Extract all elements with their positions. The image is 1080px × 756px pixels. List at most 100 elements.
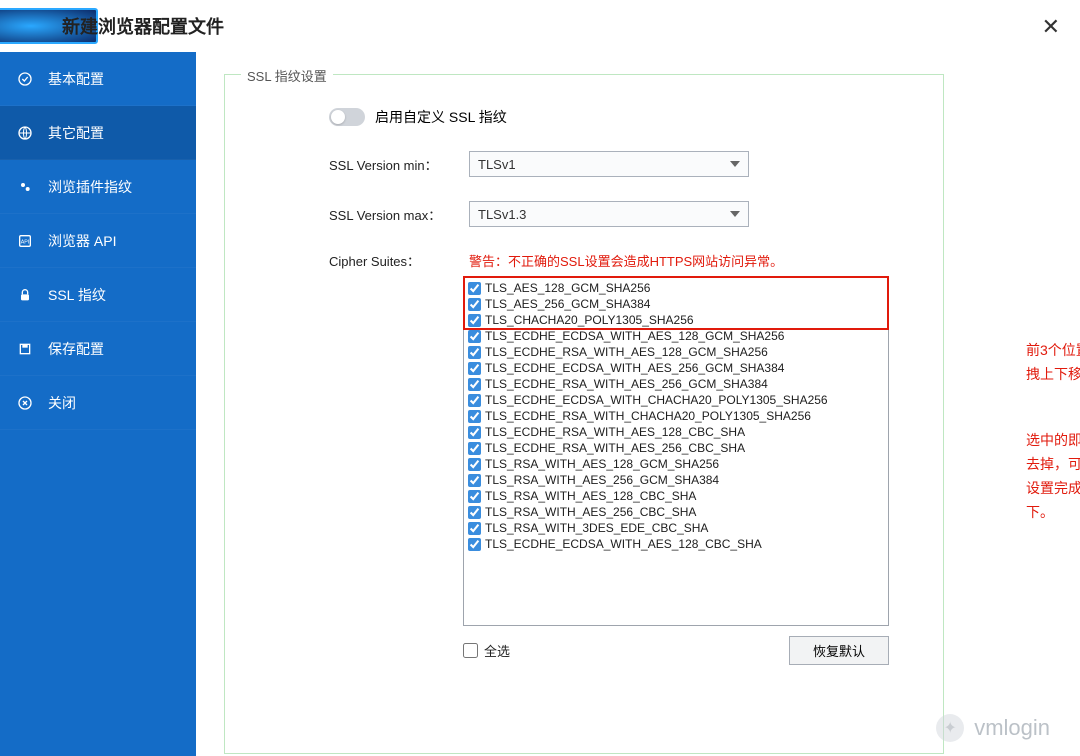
cipher-name: TLS_ECDHE_RSA_WITH_CHACHA20_POLY1305_SHA… — [485, 408, 811, 424]
cipher-item[interactable]: TLS_AES_256_GCM_SHA384 — [468, 296, 884, 312]
cipher-name: TLS_ECDHE_ECDSA_WITH_AES_128_GCM_SHA256 — [485, 328, 784, 344]
cipher-item[interactable]: TLS_ECDHE_RSA_WITH_AES_128_GCM_SHA256 — [468, 344, 884, 360]
cipher-suites-list[interactable]: TLS_AES_128_GCM_SHA256TLS_AES_256_GCM_SH… — [463, 276, 889, 626]
ssl-max-label: SSL Version max： — [329, 205, 469, 224]
cipher-checkbox[interactable] — [468, 410, 481, 423]
cipher-checkbox[interactable] — [468, 474, 481, 487]
ssl-max-select[interactable]: TLSv1.3 — [469, 201, 749, 227]
cipher-checkbox[interactable] — [468, 314, 481, 327]
cipher-suites-label: Cipher Suites： — [329, 251, 469, 270]
select-all-input[interactable] — [463, 643, 478, 658]
cipher-name: TLS_ECDHE_RSA_WITH_AES_128_CBC_SHA — [485, 424, 745, 440]
toggle-row: 启用自定义 SSL 指纹 — [329, 107, 889, 127]
cipher-checkbox[interactable] — [468, 458, 481, 471]
svg-text:API: API — [21, 239, 30, 245]
sidebar-item-plugin[interactable]: 浏览插件指纹 — [0, 160, 196, 214]
save-icon — [16, 340, 34, 358]
annotation-notes: 前3个位置固定不变，后面的可以拖拽上下移动位置 选中的即使用，有些是必需用的如果… — [1026, 338, 1080, 524]
sidebar-item-ssl[interactable]: SSL 指纹 — [0, 268, 196, 322]
toggle-label: 启用自定义 SSL 指纹 — [375, 107, 507, 127]
api-icon: API — [16, 232, 34, 250]
sidebar-item-label: SSL 指纹 — [48, 285, 106, 305]
cipher-checkbox[interactable] — [468, 522, 481, 535]
ssl-fingerprint-group: SSL 指纹设置 启用自定义 SSL 指纹 SSL Version min： T… — [224, 74, 944, 754]
sidebar-item-label: 浏览插件指纹 — [48, 177, 132, 197]
enable-custom-ssl-toggle[interactable] — [329, 108, 365, 126]
cipher-name: TLS_RSA_WITH_AES_256_GCM_SHA384 — [485, 472, 719, 488]
cipher-checkbox[interactable] — [468, 378, 481, 391]
cipher-checkbox[interactable] — [468, 490, 481, 503]
annotation-line: 前3个位置固定不变，后面的可以拖拽上下移动位置 — [1026, 338, 1080, 386]
cipher-name: TLS_RSA_WITH_AES_128_GCM_SHA256 — [485, 456, 719, 472]
sidebar-item-save[interactable]: 保存配置 — [0, 322, 196, 376]
close-circle-icon — [16, 394, 34, 412]
sidebar-item-close[interactable]: 关闭 — [0, 376, 196, 430]
sidebar-item-label: 浏览器 API — [48, 231, 116, 251]
cipher-checkbox[interactable] — [468, 506, 481, 519]
ssl-min-select[interactable]: TLSv1 — [469, 151, 749, 177]
cipher-name: TLS_CHACHA20_POLY1305_SHA256 — [485, 312, 694, 328]
cipher-item[interactable]: TLS_ECDHE_ECDSA_WITH_AES_256_GCM_SHA384 — [468, 360, 884, 376]
cipher-name: TLS_ECDHE_RSA_WITH_AES_128_GCM_SHA256 — [485, 344, 768, 360]
plugin-icon — [16, 178, 34, 196]
cipher-name: TLS_RSA_WITH_AES_256_CBC_SHA — [485, 504, 696, 520]
cipher-checkbox[interactable] — [468, 426, 481, 439]
cipher-item[interactable]: TLS_ECDHE_RSA_WITH_AES_256_CBC_SHA — [468, 440, 884, 456]
wechat-icon: ✦ — [936, 714, 964, 742]
cipher-item[interactable]: TLS_ECDHE_ECDSA_WITH_CHACHA20_POLY1305_S… — [468, 392, 884, 408]
cipher-name: TLS_ECDHE_RSA_WITH_AES_256_CBC_SHA — [485, 440, 745, 456]
watermark-text: vmlogin — [974, 715, 1050, 741]
cipher-item[interactable]: TLS_CHACHA20_POLY1305_SHA256 — [468, 312, 884, 328]
cipher-item[interactable]: TLS_ECDHE_RSA_WITH_AES_256_GCM_SHA384 — [468, 376, 884, 392]
window-close-button[interactable]: ✕ — [1042, 14, 1060, 40]
window-title: 新建浏览器配置文件 — [62, 13, 224, 39]
ssl-max-value: TLSv1.3 — [478, 207, 526, 222]
cipher-checkbox[interactable] — [468, 346, 481, 359]
cipher-checkbox[interactable] — [468, 298, 481, 311]
sidebar-item-api[interactable]: API 浏览器 API — [0, 214, 196, 268]
select-all-checkbox[interactable]: 全选 — [463, 641, 510, 660]
sidebar-item-label: 保存配置 — [48, 339, 104, 359]
annotation-line: 选中的即使用，有些是必需用的如果去掉，可能打不开HTTPS网站，所以设置完成后，… — [1026, 428, 1080, 524]
select-all-label: 全选 — [484, 641, 510, 660]
window-titlebar: 新建浏览器配置文件 ✕ — [0, 0, 1080, 52]
cipher-name: TLS_ECDHE_ECDSA_WITH_AES_256_GCM_SHA384 — [485, 360, 784, 376]
sidebar-item-label: 关闭 — [48, 393, 76, 413]
ssl-min-value: TLSv1 — [478, 157, 516, 172]
cipher-name: TLS_AES_128_GCM_SHA256 — [485, 280, 650, 296]
cipher-item[interactable]: TLS_RSA_WITH_AES_128_GCM_SHA256 — [468, 456, 884, 472]
sidebar: 基本配置 其它配置 浏览插件指纹 API 浏览器 API SSL 指纹 保存配置… — [0, 52, 196, 756]
chevron-down-icon — [730, 161, 740, 167]
cipher-name: TLS_RSA_WITH_3DES_EDE_CBC_SHA — [485, 520, 708, 536]
cipher-name: TLS_AES_256_GCM_SHA384 — [485, 296, 650, 312]
lock-icon — [16, 286, 34, 304]
cipher-item[interactable]: TLS_RSA_WITH_AES_256_GCM_SHA384 — [468, 472, 884, 488]
sidebar-item-label: 基本配置 — [48, 69, 104, 89]
app-logo-icon — [16, 11, 46, 41]
globe-icon — [16, 124, 34, 142]
cipher-name: TLS_ECDHE_ECDSA_WITH_CHACHA20_POLY1305_S… — [485, 392, 828, 408]
watermark: ✦ vmlogin — [936, 714, 1050, 742]
cipher-name: TLS_ECDHE_ECDSA_WITH_AES_128_CBC_SHA — [485, 536, 762, 552]
sidebar-item-label: 其它配置 — [48, 123, 104, 143]
cipher-item[interactable]: TLS_ECDHE_ECDSA_WITH_AES_128_GCM_SHA256 — [468, 328, 884, 344]
reset-defaults-button[interactable]: 恢复默认 — [789, 636, 889, 665]
sidebar-item-basic[interactable]: 基本配置 — [0, 52, 196, 106]
cipher-checkbox[interactable] — [468, 442, 481, 455]
cipher-checkbox[interactable] — [468, 362, 481, 375]
cipher-checkbox[interactable] — [468, 330, 481, 343]
fieldset-legend: SSL 指纹设置 — [241, 66, 333, 85]
check-circle-icon — [16, 70, 34, 88]
cipher-item[interactable]: TLS_RSA_WITH_AES_128_CBC_SHA — [468, 488, 884, 504]
cipher-checkbox[interactable] — [468, 394, 481, 407]
cipher-checkbox[interactable] — [468, 282, 481, 295]
cipher-item[interactable]: TLS_RSA_WITH_AES_256_CBC_SHA — [468, 504, 884, 520]
cipher-item[interactable]: TLS_AES_128_GCM_SHA256 — [468, 280, 884, 296]
sidebar-item-other[interactable]: 其它配置 — [0, 106, 196, 160]
cipher-item[interactable]: TLS_ECDHE_RSA_WITH_AES_128_CBC_SHA — [468, 424, 884, 440]
chevron-down-icon — [730, 211, 740, 217]
cipher-item[interactable]: TLS_ECDHE_ECDSA_WITH_AES_128_CBC_SHA — [468, 536, 884, 552]
cipher-item[interactable]: TLS_RSA_WITH_3DES_EDE_CBC_SHA — [468, 520, 884, 536]
cipher-item[interactable]: TLS_ECDHE_RSA_WITH_CHACHA20_POLY1305_SHA… — [468, 408, 884, 424]
cipher-checkbox[interactable] — [468, 538, 481, 551]
